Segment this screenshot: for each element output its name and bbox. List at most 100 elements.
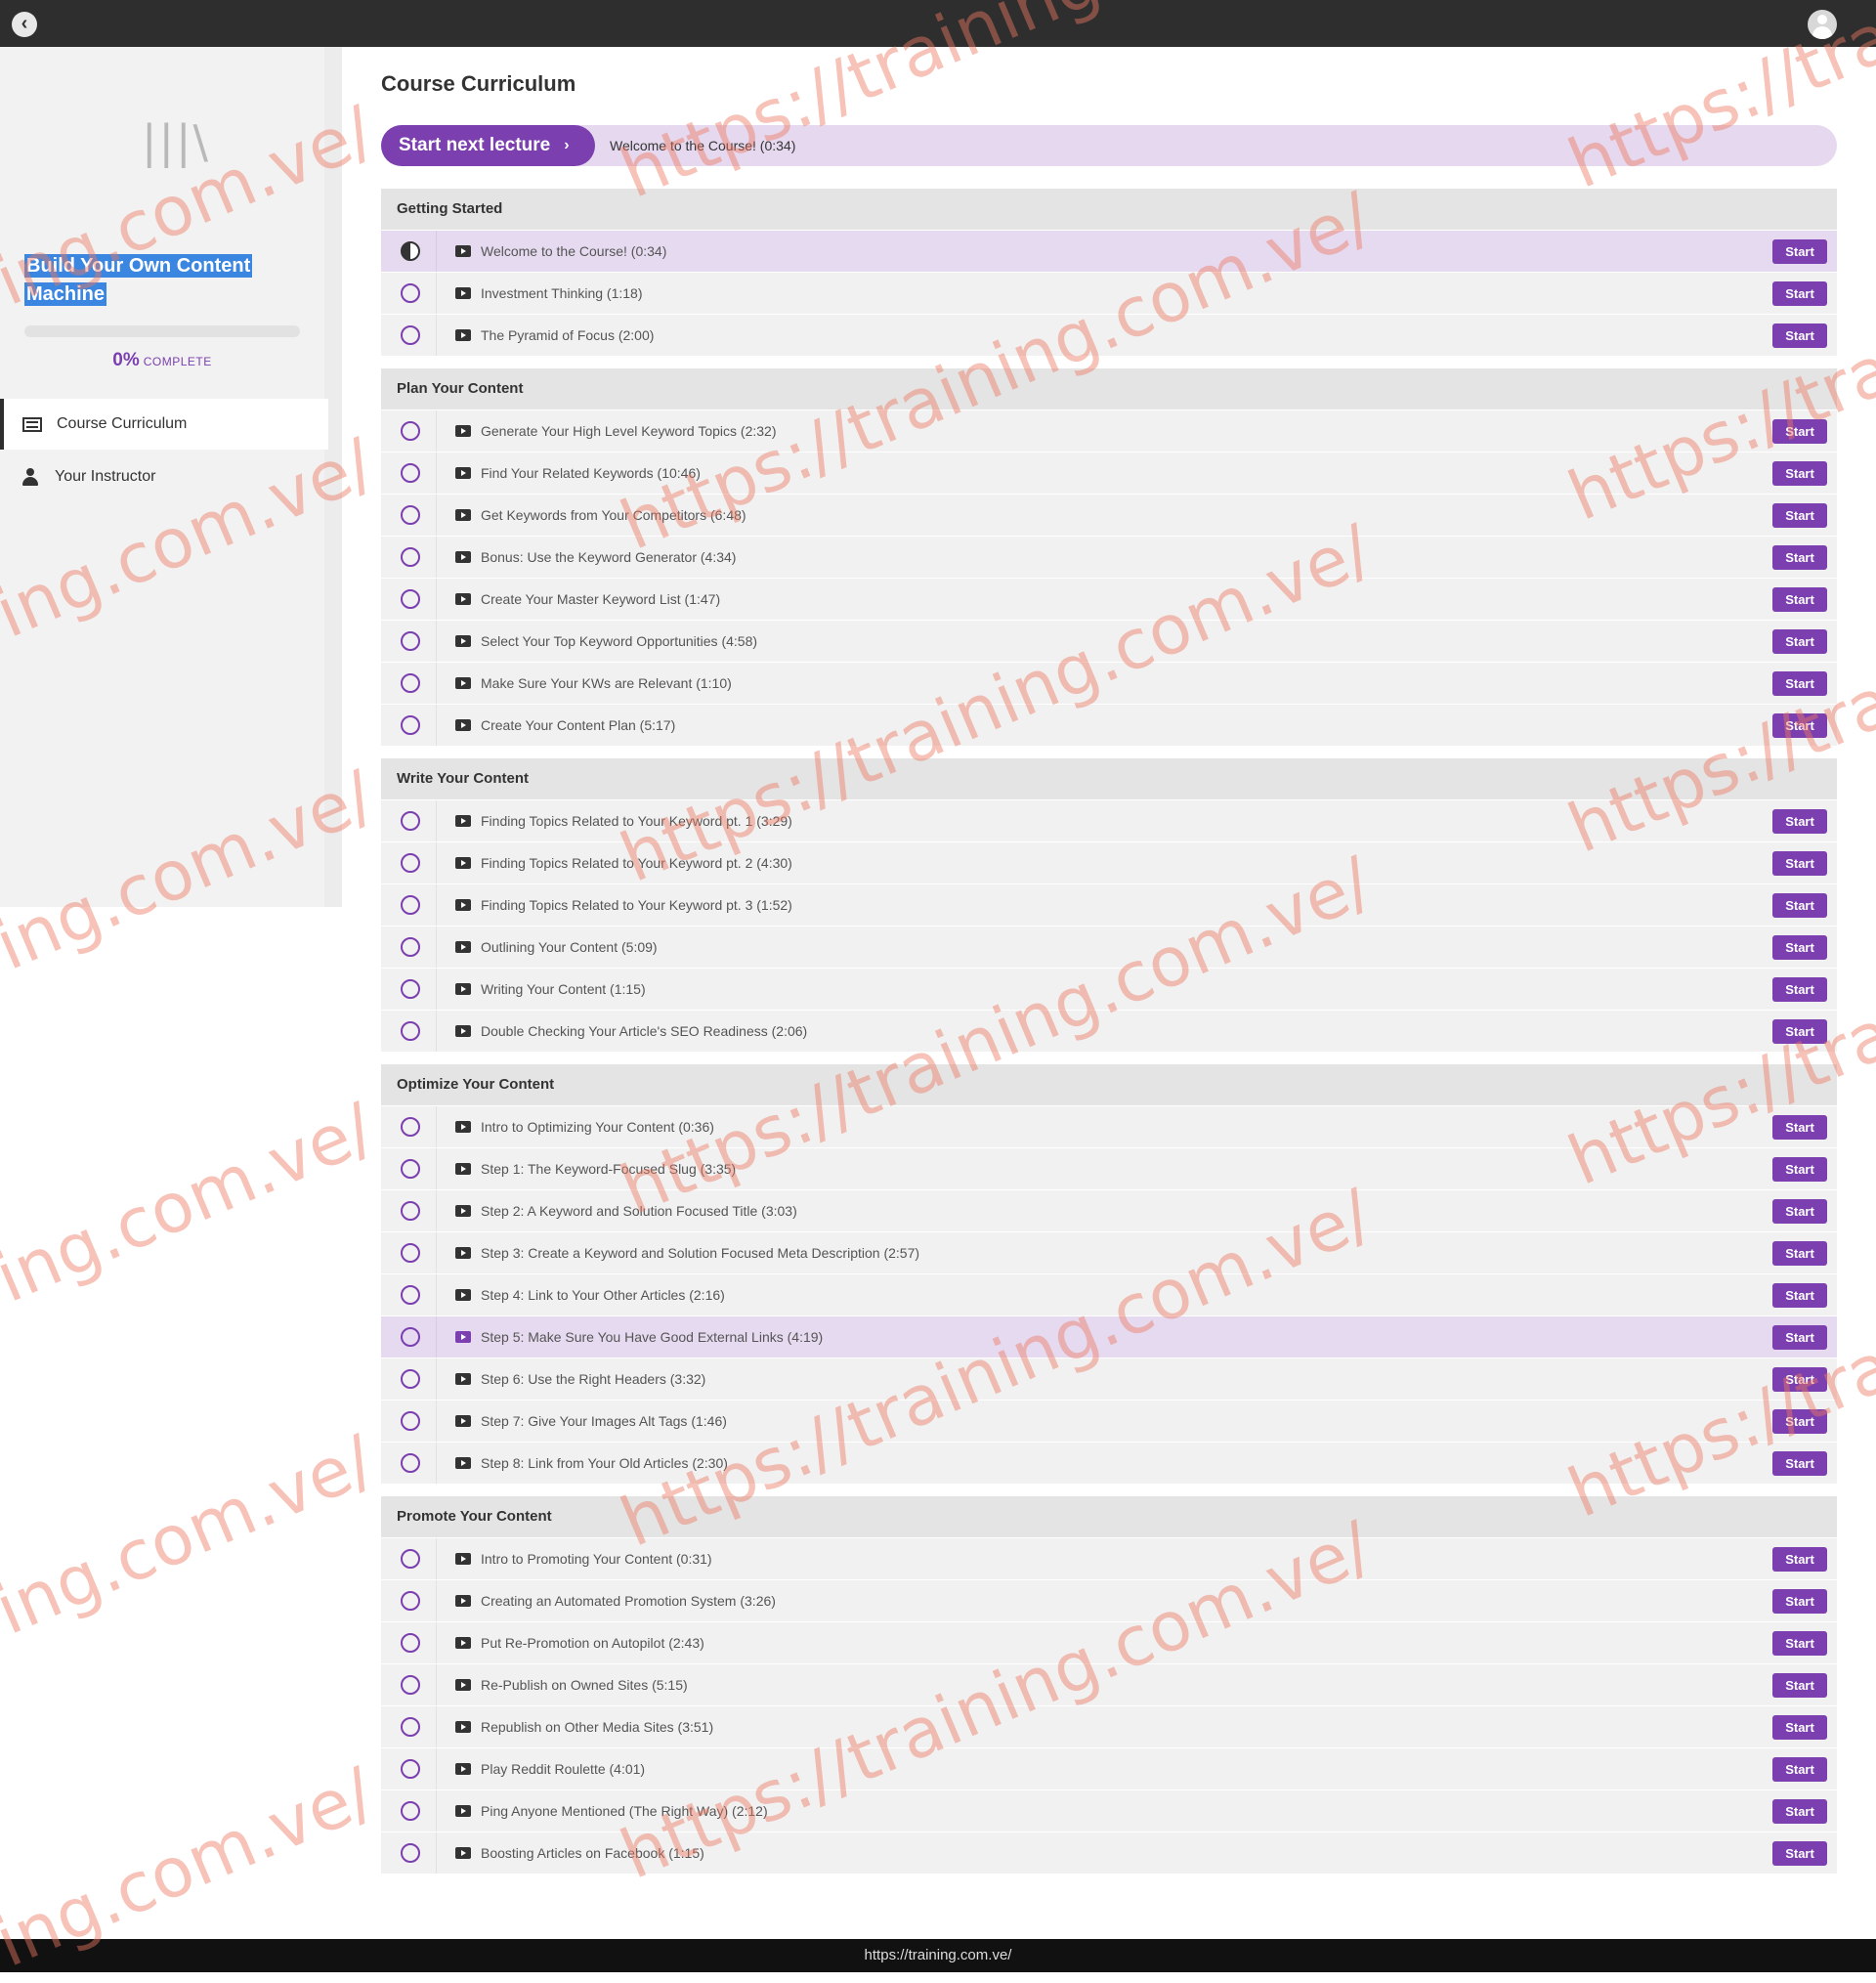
user-avatar-icon[interactable] — [1808, 10, 1837, 39]
lecture-title[interactable]: Select Your Top Keyword Opportunities (4… — [481, 621, 757, 662]
start-button[interactable]: Start — [1772, 977, 1827, 1002]
lecture-title[interactable]: Republish on Other Media Sites (3:51) — [481, 1706, 713, 1747]
start-button[interactable]: Start — [1772, 503, 1827, 528]
lecture-title[interactable]: Step 8: Link from Your Old Articles (2:3… — [481, 1443, 728, 1484]
lecture-row[interactable]: Generate Your High Level Keyword Topics … — [381, 410, 1837, 452]
school-logo[interactable]: |||\ — [142, 115, 210, 168]
lecture-title[interactable]: Intro to Promoting Your Content (0:31) — [481, 1538, 712, 1579]
lecture-title[interactable]: Make Sure Your KWs are Relevant (1:10) — [481, 663, 732, 704]
lecture-title[interactable]: The Pyramid of Focus (2:00) — [481, 315, 654, 356]
lecture-title[interactable]: Step 1: The Keyword-Focused Slug (3:35) — [481, 1148, 736, 1189]
lecture-row[interactable]: Step 3: Create a Keyword and Solution Fo… — [381, 1232, 1837, 1273]
lecture-title[interactable]: Welcome to the Course! (0:34) — [481, 231, 666, 272]
lecture-title[interactable]: Step 2: A Keyword and Solution Focused T… — [481, 1190, 797, 1231]
lecture-row[interactable]: Create Your Content Plan (5:17) Start — [381, 705, 1837, 746]
lecture-title[interactable]: Double Checking Your Article's SEO Readi… — [481, 1011, 807, 1052]
lecture-title[interactable]: Find Your Related Keywords (10:46) — [481, 453, 701, 494]
start-button[interactable]: Start — [1772, 629, 1827, 654]
lecture-title[interactable]: Step 5: Make Sure You Have Good External… — [481, 1316, 823, 1358]
next-lecture-title[interactable]: Welcome to the Course! (0:34) — [610, 125, 795, 166]
lecture-row[interactable]: Intro to Optimizing Your Content (0:36) S… — [381, 1106, 1837, 1147]
start-button[interactable]: Start — [1772, 323, 1827, 348]
start-button[interactable]: Start — [1772, 1325, 1827, 1350]
lecture-title[interactable]: Play Reddit Roulette (4:01) — [481, 1748, 645, 1789]
lecture-row[interactable]: Step 7: Give Your Images Alt Tags (1:46)… — [381, 1401, 1837, 1442]
start-button[interactable]: Start — [1772, 1241, 1827, 1266]
lecture-title[interactable]: Create Your Master Keyword List (1:47) — [481, 579, 720, 620]
lecture-title[interactable]: Put Re-Promotion on Autopilot (2:43) — [481, 1622, 704, 1663]
start-button[interactable]: Start — [1772, 1799, 1827, 1824]
lecture-title[interactable]: Re-Publish on Owned Sites (5:15) — [481, 1664, 688, 1705]
lecture-row[interactable]: Get Keywords from Your Competitors (6:48… — [381, 495, 1837, 536]
lecture-title[interactable]: Step 4: Link to Your Other Articles (2:1… — [481, 1274, 725, 1315]
lecture-title[interactable]: Step 7: Give Your Images Alt Tags (1:46) — [481, 1401, 727, 1442]
lecture-row[interactable]: Ping Anyone Mentioned (The Right Way) (2… — [381, 1790, 1837, 1832]
chevron-left-icon[interactable]: ‹ — [12, 12, 37, 37]
lecture-row[interactable]: Boosting Articles on Facebook (1:15) Star… — [381, 1832, 1837, 1874]
start-button[interactable]: Start — [1772, 713, 1827, 738]
start-button[interactable]: Start — [1772, 1673, 1827, 1698]
start-button[interactable]: Start — [1772, 671, 1827, 696]
start-button[interactable]: Start — [1772, 809, 1827, 834]
nav-course-curriculum[interactable]: Course Curriculum — [0, 399, 328, 450]
lecture-row[interactable]: Make Sure Your KWs are Relevant (1:10) St… — [381, 663, 1837, 704]
start-button[interactable]: Start — [1772, 461, 1827, 486]
lecture-title[interactable]: Step 6: Use the Right Headers (3:32) — [481, 1358, 705, 1400]
lecture-title[interactable]: Generate Your High Level Keyword Topics … — [481, 410, 776, 452]
start-button[interactable]: Start — [1772, 1199, 1827, 1224]
lecture-row[interactable]: Step 6: Use the Right Headers (3:32) Star… — [381, 1358, 1837, 1400]
start-button[interactable]: Start — [1772, 1115, 1827, 1140]
lecture-row[interactable]: Step 8: Link from Your Old Articles (2:3… — [381, 1443, 1837, 1484]
lecture-title[interactable]: Finding Topics Related to Your Keyword p… — [481, 884, 792, 926]
lecture-row[interactable]: Select Your Top Keyword Opportunities (4… — [381, 621, 1837, 662]
start-button[interactable]: Start — [1772, 1409, 1827, 1434]
lecture-title[interactable]: Investment Thinking (1:18) — [481, 273, 643, 314]
lecture-row[interactable]: Step 1: The Keyword-Focused Slug (3:35) S… — [381, 1148, 1837, 1189]
lecture-title[interactable]: Create Your Content Plan (5:17) — [481, 705, 675, 746]
lecture-row[interactable]: Find Your Related Keywords (10:46) Start — [381, 453, 1837, 494]
start-button[interactable]: Start — [1772, 1589, 1827, 1614]
start-button[interactable]: Start — [1772, 1547, 1827, 1572]
lecture-title[interactable]: Get Keywords from Your Competitors (6:48… — [481, 495, 746, 536]
lecture-row[interactable]: Step 4: Link to Your Other Articles (2:1… — [381, 1274, 1837, 1315]
start-button[interactable]: Start — [1772, 1631, 1827, 1656]
start-button[interactable]: Start — [1772, 419, 1827, 444]
lecture-title[interactable]: Creating an Automated Promotion System (… — [481, 1580, 776, 1621]
lecture-row[interactable]: Finding Topics Related to Your Keyword p… — [381, 800, 1837, 841]
lecture-row[interactable]: Republish on Other Media Sites (3:51) Sta… — [381, 1706, 1837, 1747]
lecture-row[interactable]: Bonus: Use the Keyword Generator (4:34) S… — [381, 537, 1837, 578]
start-button[interactable]: Start — [1772, 893, 1827, 918]
start-button[interactable]: Start — [1772, 545, 1827, 570]
start-button[interactable]: Start — [1772, 1019, 1827, 1044]
lecture-row[interactable]: Writing Your Content (1:15) Start — [381, 969, 1837, 1010]
lecture-title[interactable]: Ping Anyone Mentioned (The Right Way) (2… — [481, 1790, 768, 1832]
nav-your-instructor[interactable]: Your Instructor — [0, 452, 324, 502]
lecture-row[interactable]: Double Checking Your Article's SEO Readi… — [381, 1011, 1837, 1052]
lecture-row[interactable]: Finding Topics Related to Your Keyword p… — [381, 884, 1837, 926]
lecture-title[interactable]: Finding Topics Related to Your Keyword p… — [481, 842, 792, 884]
lecture-row[interactable]: Welcome to the Course! (0:34) Start — [381, 231, 1837, 272]
start-button[interactable]: Start — [1772, 1367, 1827, 1392]
lecture-row[interactable]: Re-Publish on Owned Sites (5:15) Start — [381, 1664, 1837, 1705]
start-next-lecture-button[interactable]: Start next lecture › — [381, 125, 595, 166]
start-button[interactable]: Start — [1772, 851, 1827, 876]
start-button[interactable]: Start — [1772, 1157, 1827, 1182]
start-button[interactable]: Start — [1772, 1715, 1827, 1740]
lecture-row[interactable]: Investment Thinking (1:18) Start — [381, 273, 1837, 314]
lecture-row[interactable]: Intro to Promoting Your Content (0:31) St… — [381, 1538, 1837, 1579]
next-lecture-bar[interactable]: Start next lecture › Welcome to the Cour… — [381, 125, 1837, 166]
lecture-row[interactable]: Outlining Your Content (5:09) Start — [381, 927, 1837, 968]
start-button[interactable]: Start — [1772, 1283, 1827, 1308]
lecture-row[interactable]: Creating an Automated Promotion System (… — [381, 1580, 1837, 1621]
start-button[interactable]: Start — [1772, 1451, 1827, 1476]
start-button[interactable]: Start — [1772, 587, 1827, 612]
lecture-title[interactable]: Finding Topics Related to Your Keyword p… — [481, 800, 792, 841]
start-button[interactable]: Start — [1772, 239, 1827, 264]
lecture-row[interactable]: Step 5: Make Sure You Have Good External… — [381, 1316, 1837, 1358]
lecture-title[interactable]: Outlining Your Content (5:09) — [481, 927, 658, 968]
lecture-title[interactable]: Boosting Articles on Facebook (1:15) — [481, 1832, 704, 1874]
lecture-row[interactable]: Create Your Master Keyword List (1:47) St… — [381, 579, 1837, 620]
lecture-title[interactable]: Bonus: Use the Keyword Generator (4:34) — [481, 537, 736, 578]
lecture-title[interactable]: Writing Your Content (1:15) — [481, 969, 646, 1010]
start-button[interactable]: Start — [1772, 1757, 1827, 1782]
